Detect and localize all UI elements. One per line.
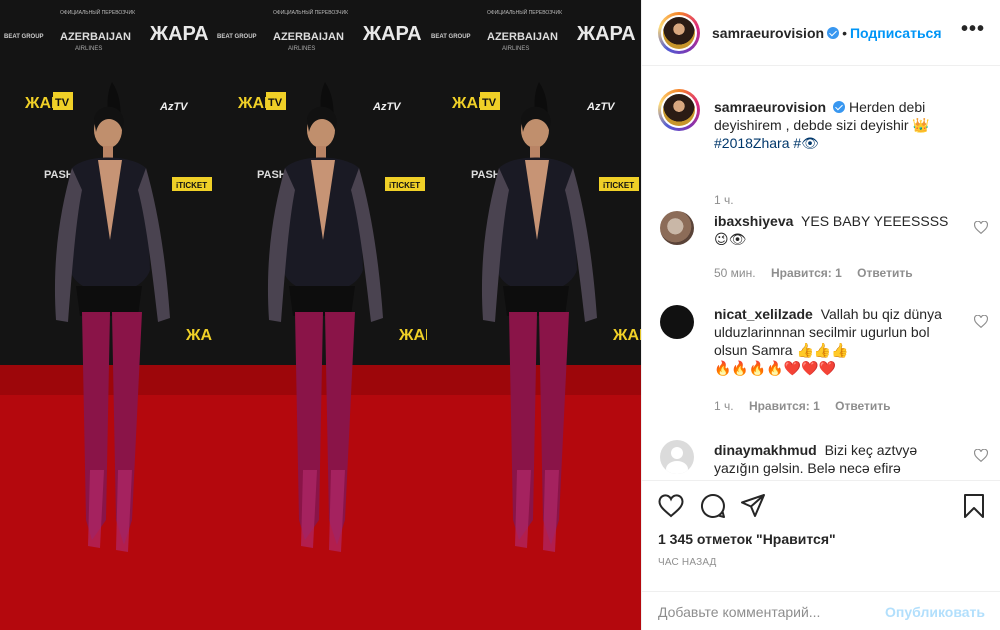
backdrop-text: BEAT GROUP <box>431 34 471 40</box>
photo-panel: ОФИЦИАЛЬНЫЙ ПЕРЕВОЗЧИК AZERBAIJAN AIRLINES… <box>213 0 427 630</box>
avatar[interactable] <box>660 440 694 474</box>
comment-emoji: 😉👁 <box>714 231 747 247</box>
post-sidebar: samraeurovision • Подписаться ••• samraeur… <box>641 0 1000 630</box>
comment-text: YES BABY YEEESSSS <box>801 213 949 229</box>
caption-username[interactable]: samraeurovision <box>714 99 826 115</box>
comment-input[interactable]: Добавьте комментарий... <box>658 604 820 620</box>
caption-time[interactable]: 1 ч. <box>714 193 734 207</box>
comment-username[interactable]: dinaymakhmud <box>714 442 817 458</box>
backdrop-text: AZERBAIJAN <box>487 31 558 43</box>
comment-username[interactable]: ibaxshiyeva <box>714 213 793 229</box>
bookmark-icon[interactable] <box>961 493 987 519</box>
backdrop-text: ЖАРА <box>398 327 427 344</box>
backdrop-text: ОФИЦИАЛЬНЫЙ ПЕРЕВОЗЧИК <box>60 8 135 16</box>
comment-likes[interactable]: Нравится: 1 <box>749 399 820 413</box>
backdrop-text: AzTV <box>372 101 402 113</box>
caption-hashtags[interactable]: #2018Zhara #👁 <box>714 135 819 151</box>
post-photo[interactable]: ОФИЦИАЛЬНЫЙ ПЕРЕВОЗЧИК AZERBAIJAN AIRLINES… <box>0 0 641 630</box>
backdrop-text: TV <box>482 97 497 109</box>
backdrop-text: ЖАРА <box>576 23 636 45</box>
comments-list: samraeurovision Herden debi deyishirem ,… <box>642 67 1000 480</box>
backdrop-text: ОФИЦИАЛЬНЫЙ ПЕРЕВОЗЧИК <box>487 8 562 16</box>
comment-icon[interactable] <box>700 493 726 519</box>
publish-button[interactable]: Опубликовать <box>885 604 985 620</box>
avatar[interactable] <box>658 12 700 54</box>
like-heart-icon[interactable] <box>658 493 684 519</box>
comment-likes[interactable]: Нравится: 1 <box>771 266 842 280</box>
reply-button[interactable]: Ответить <box>835 399 890 413</box>
comment-emoji: 🔥🔥🔥🔥❤️❤️❤️ <box>714 360 837 376</box>
heart-icon[interactable] <box>974 449 988 462</box>
follow-button[interactable]: Подписаться <box>850 25 942 41</box>
separator-dot: • <box>842 25 847 41</box>
backdrop-text: ЖАРА <box>612 327 641 344</box>
comment-username[interactable]: nicat_xelilzade <box>714 306 813 322</box>
backdrop-text: ЖАРА <box>362 23 422 45</box>
reply-button[interactable]: Ответить <box>857 266 912 280</box>
verified-badge-icon <box>827 27 840 39</box>
post-timestamp[interactable]: ЧАС НАЗАД <box>658 557 717 568</box>
photo-panel: ОФИЦИАЛЬНЫЙ ПЕРЕВОЗЧИК AZERBAIJAN AIRLINES… <box>427 0 641 630</box>
backdrop-text: AZERBAIJAN <box>60 31 131 43</box>
backdrop-text: iTICKET <box>389 181 420 190</box>
heart-icon[interactable] <box>974 221 988 234</box>
backdrop-text: BEAT GROUP <box>4 34 44 40</box>
backdrop-text: AzTV <box>159 101 189 113</box>
username[interactable]: samraeurovision <box>712 25 824 41</box>
backdrop-text: TV <box>55 97 70 109</box>
backdrop-text: iTICKET <box>603 181 634 190</box>
backdrop-text: ЖАРА <box>149 23 209 45</box>
share-icon[interactable] <box>740 493 766 519</box>
backdrop-text: AzTV <box>586 101 616 113</box>
verified-badge-icon <box>833 101 846 113</box>
backdrop-text: AIRLINES <box>288 46 315 52</box>
heart-icon[interactable] <box>974 315 988 328</box>
action-bar: 1 345 отметок "Нравится" ЧАС НАЗАД Добав… <box>642 480 1000 630</box>
backdrop-text: AIRLINES <box>502 46 529 52</box>
avatar[interactable] <box>660 305 694 339</box>
comment-time[interactable]: 50 мин. <box>714 266 756 280</box>
backdrop-text: ОФИЦИАЛЬНЫЙ ПЕРЕВОЗЧИК <box>273 8 348 16</box>
backdrop-text: iTICKET <box>176 181 207 190</box>
backdrop-text: TV <box>268 97 283 109</box>
backdrop-text: AIRLINES <box>75 46 102 52</box>
more-options-icon[interactable]: ••• <box>961 19 985 39</box>
post-header: samraeurovision • Подписаться ••• <box>642 0 1000 66</box>
comment-time[interactable]: 1 ч. <box>714 399 734 413</box>
photo-panel: ОФИЦИАЛЬНЫЙ ПЕРЕВОЗЧИК AZERBAIJAN AIRLINES… <box>0 0 214 630</box>
likes-count[interactable]: 1 345 отметок "Нравится" <box>658 531 836 547</box>
backdrop-text: AZERBAIJAN <box>273 31 344 43</box>
backdrop-text: BEAT GROUP <box>217 34 257 40</box>
avatar[interactable] <box>658 89 700 131</box>
add-comment-bar: Добавьте комментарий... Опубликовать <box>642 591 1000 630</box>
avatar[interactable] <box>660 211 694 245</box>
backdrop-text: ЖАРА <box>185 327 214 344</box>
